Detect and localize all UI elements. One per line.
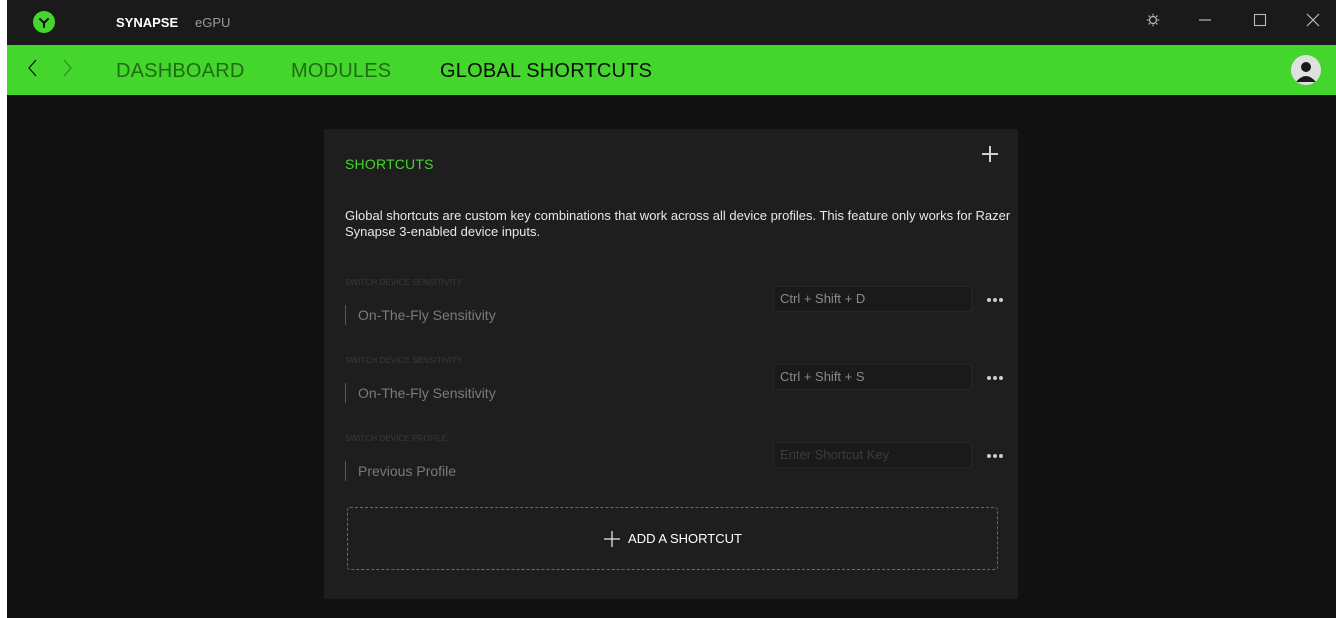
shortcuts-panel: SHORTCUTS Global shortcuts are custom ke… <box>324 129 1018 599</box>
shortcut-key-field[interactable]: Enter Shortcut Key <box>773 442 972 468</box>
synapse-window: SYNAPSE eGPU DASHBOARD MODULES GLOBAL SH… <box>7 0 1336 618</box>
shortcut-category: SWITCH DEVICE SENSITIVITY <box>345 278 463 287</box>
ellipsis-icon <box>986 445 1004 463</box>
shortcut-category: SWITCH DEVICE PROFILE <box>345 434 448 443</box>
avatar[interactable] <box>1291 55 1321 85</box>
ellipsis-icon <box>986 289 1004 307</box>
add-shortcut-button[interactable]: ADD A SHORTCUT <box>347 507 998 570</box>
shortcut-row: SWITCH DEVICE SENSITIVITY On-The-Fly Sen… <box>324 278 1018 352</box>
settings-button[interactable] <box>1133 0 1173 45</box>
plus-icon <box>604 530 621 547</box>
minimize-button[interactable] <box>1185 0 1225 45</box>
user-icon <box>1296 62 1316 82</box>
add-shortcut-icon-button[interactable] <box>980 144 1000 164</box>
chevron-right-icon <box>62 59 72 82</box>
panel-description: Global shortcuts are custom key combinat… <box>345 208 1011 239</box>
more-options-button[interactable] <box>983 290 1007 306</box>
shortcut-key-field[interactable]: Ctrl + Shift + S <box>773 364 972 390</box>
nav-bar: DASHBOARD MODULES GLOBAL SHORTCUTS <box>7 45 1336 95</box>
minimize-icon <box>1198 13 1212 32</box>
shortcut-indicator <box>345 383 346 403</box>
close-icon <box>1306 13 1320 32</box>
shortcut-indicator <box>345 305 346 325</box>
shortcut-indicator <box>345 461 346 481</box>
panel-title: SHORTCUTS <box>345 156 434 172</box>
maximize-icon <box>1253 13 1267 32</box>
shortcut-row: SWITCH DEVICE PROFILE Previous Profile E… <box>324 434 1018 508</box>
gear-icon <box>1146 13 1160 32</box>
more-options-button[interactable] <box>983 368 1007 384</box>
more-options-button[interactable] <box>983 446 1007 462</box>
tab-egpu[interactable]: eGPU <box>195 0 230 45</box>
ellipsis-icon <box>986 367 1004 385</box>
nav-modules[interactable]: MODULES <box>291 45 391 95</box>
razer-logo-icon <box>33 11 55 33</box>
close-button[interactable] <box>1293 0 1333 45</box>
shortcut-name[interactable]: On-The-Fly Sensitivity <box>358 307 496 323</box>
shortcut-key-field[interactable]: Ctrl + Shift + D <box>773 286 972 312</box>
maximize-button[interactable] <box>1240 0 1280 45</box>
add-shortcut-label: ADD A SHORTCUT <box>628 531 742 546</box>
nav-dashboard[interactable]: DASHBOARD <box>116 45 245 95</box>
plus-icon <box>982 146 998 162</box>
shortcut-name[interactable]: Previous Profile <box>358 463 456 479</box>
nav-global-shortcuts[interactable]: GLOBAL SHORTCUTS <box>440 45 652 95</box>
chevron-left-icon <box>28 59 38 82</box>
tab-synapse[interactable]: SYNAPSE <box>116 0 178 45</box>
back-button[interactable] <box>23 57 43 83</box>
shortcut-row: SWITCH DEVICE SENSITIVITY On-The-Fly Sen… <box>324 356 1018 430</box>
shortcut-name[interactable]: On-The-Fly Sensitivity <box>358 385 496 401</box>
forward-button[interactable] <box>57 57 77 83</box>
shortcut-category: SWITCH DEVICE SENSITIVITY <box>345 356 463 365</box>
title-bar: SYNAPSE eGPU <box>7 0 1336 45</box>
